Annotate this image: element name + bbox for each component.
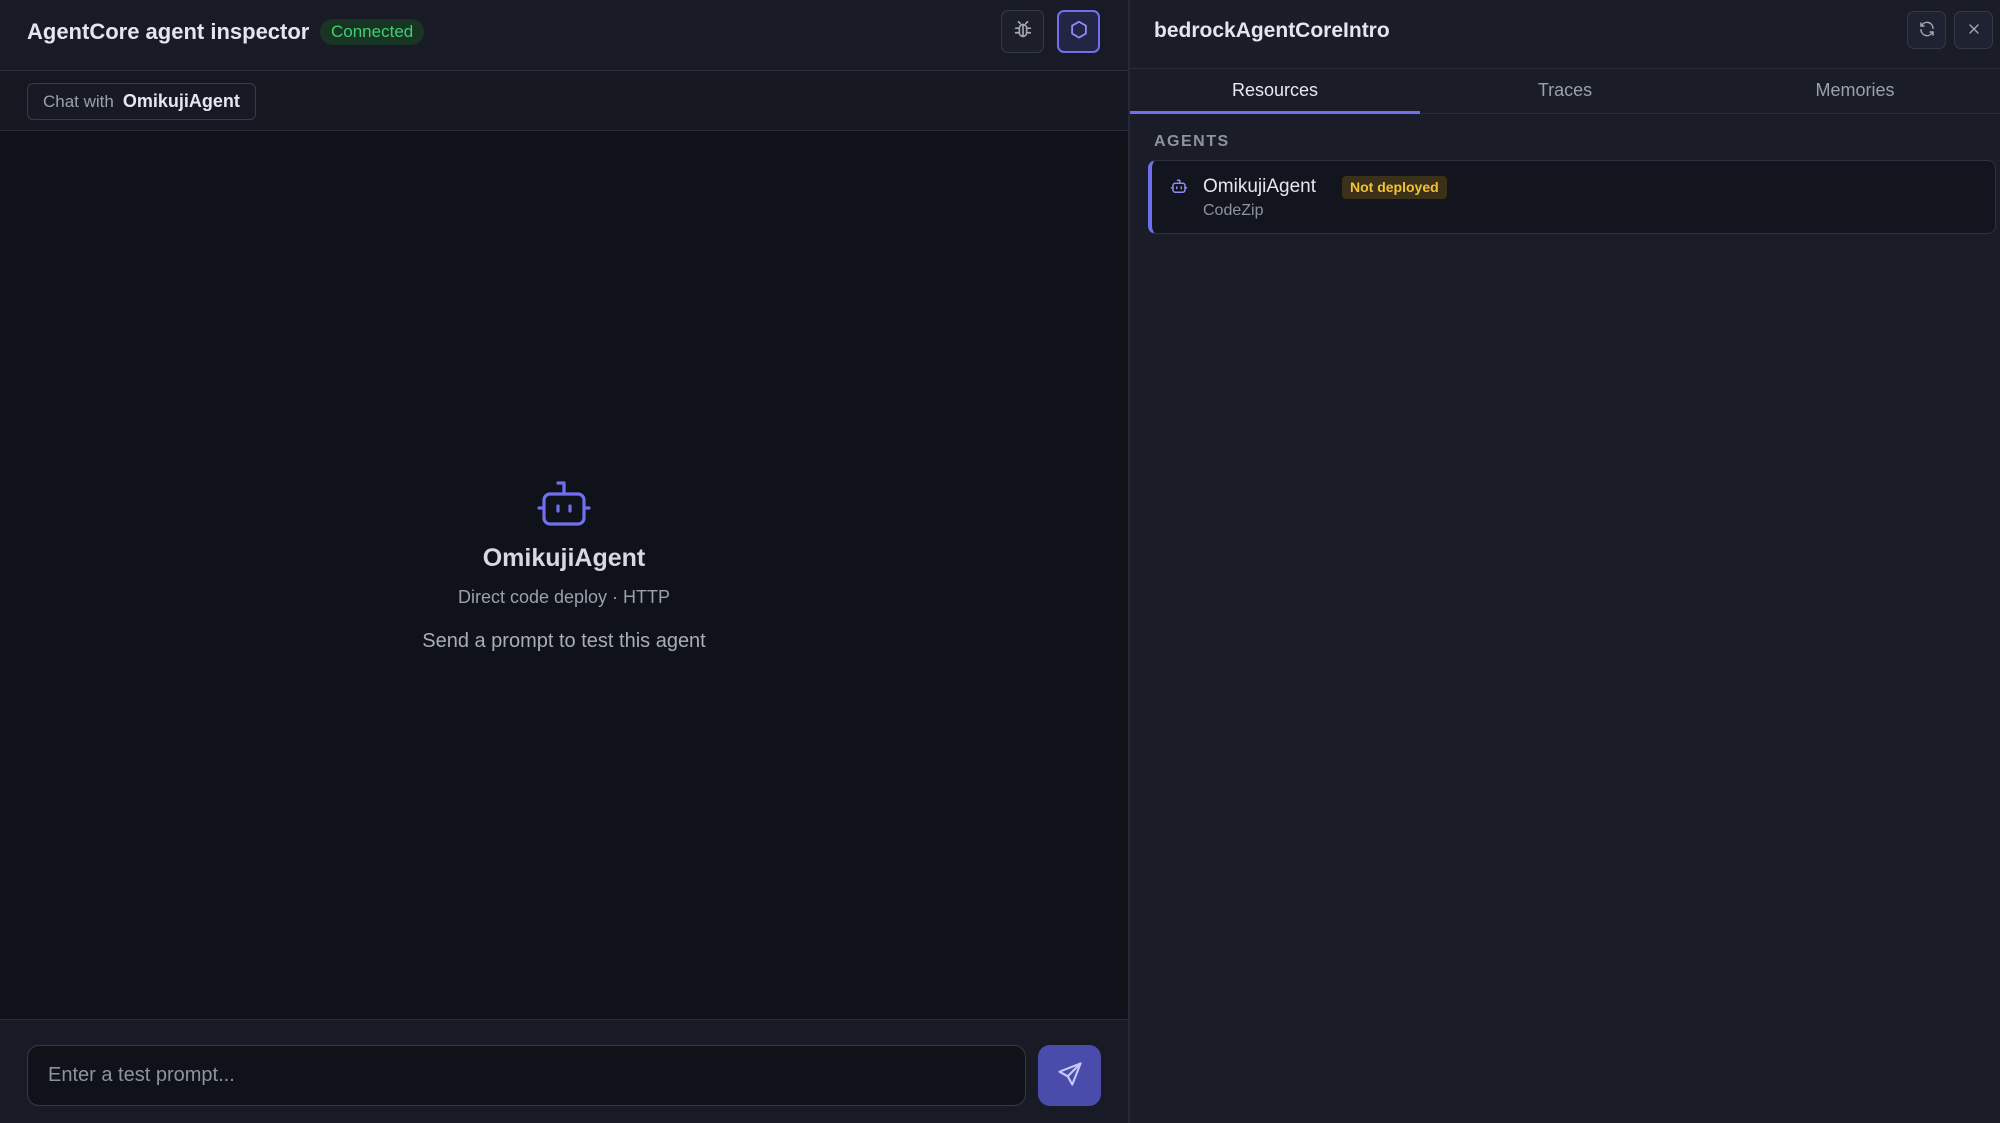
resource-panel: bedrockAgentCoreIntro Resources Traces M… xyxy=(1130,0,2000,1123)
deploy-status-badge: Not deployed xyxy=(1342,176,1447,199)
agent-list-item[interactable]: OmikujiAgent Not deployed CodeZip xyxy=(1148,160,1996,234)
chat-agent-name: OmikujiAgent xyxy=(122,91,240,111)
panel-tabs: Resources Traces Memories xyxy=(1130,68,2000,114)
chat-pane: AgentCore agent inspector Connected Chat… xyxy=(0,0,1130,1123)
chat-target-chip[interactable]: Chat with OmikujiAgent xyxy=(27,83,256,120)
refresh-icon xyxy=(1918,20,1936,41)
prompt-input[interactable] xyxy=(27,1045,1026,1106)
project-title: bedrockAgentCoreIntro xyxy=(1154,19,1390,42)
empty-state-hint: Send a prompt to test this agent xyxy=(422,630,706,652)
close-panel-button[interactable] xyxy=(1954,11,1993,49)
connection-status-badge: Connected xyxy=(320,19,425,45)
empty-chat-state: OmikujiAgent Direct code deploy · HTTP S… xyxy=(0,480,1128,653)
chat-target-bar: Chat with OmikujiAgent xyxy=(0,71,1128,131)
agent-name: OmikujiAgent xyxy=(1203,176,1316,197)
hexagon-icon xyxy=(1068,19,1090,44)
app-header: AgentCore agent inspector Connected xyxy=(0,0,1128,71)
agent-artifact-type: CodeZip xyxy=(1203,202,1264,219)
inspector-toggle-button[interactable] xyxy=(1057,10,1100,53)
tab-memories[interactable]: Memories xyxy=(1710,69,2000,113)
panel-header: bedrockAgentCoreIntro xyxy=(1130,0,2000,68)
agents-section-label: AGENTS xyxy=(1154,133,1230,150)
debug-button[interactable] xyxy=(1001,10,1044,53)
tab-traces[interactable]: Traces xyxy=(1420,69,1710,113)
empty-state-agent-name: OmikujiAgent xyxy=(482,544,646,572)
chat-with-label: Chat with xyxy=(43,91,114,111)
send-button[interactable] xyxy=(1038,1045,1101,1106)
prompt-composer xyxy=(0,1019,1128,1123)
bug-icon xyxy=(1012,19,1034,44)
close-icon xyxy=(1966,21,1982,40)
robot-icon xyxy=(0,480,1128,530)
tab-resources[interactable]: Resources xyxy=(1130,69,1420,114)
robot-icon xyxy=(1170,178,1188,201)
refresh-button[interactable] xyxy=(1907,11,1946,49)
send-icon xyxy=(1056,1060,1084,1091)
app-title: AgentCore agent inspector xyxy=(27,19,310,44)
app: AgentCore agent inspector Connected Chat… xyxy=(0,0,2000,1123)
empty-state-subtitle: Direct code deploy · HTTP xyxy=(457,587,671,607)
